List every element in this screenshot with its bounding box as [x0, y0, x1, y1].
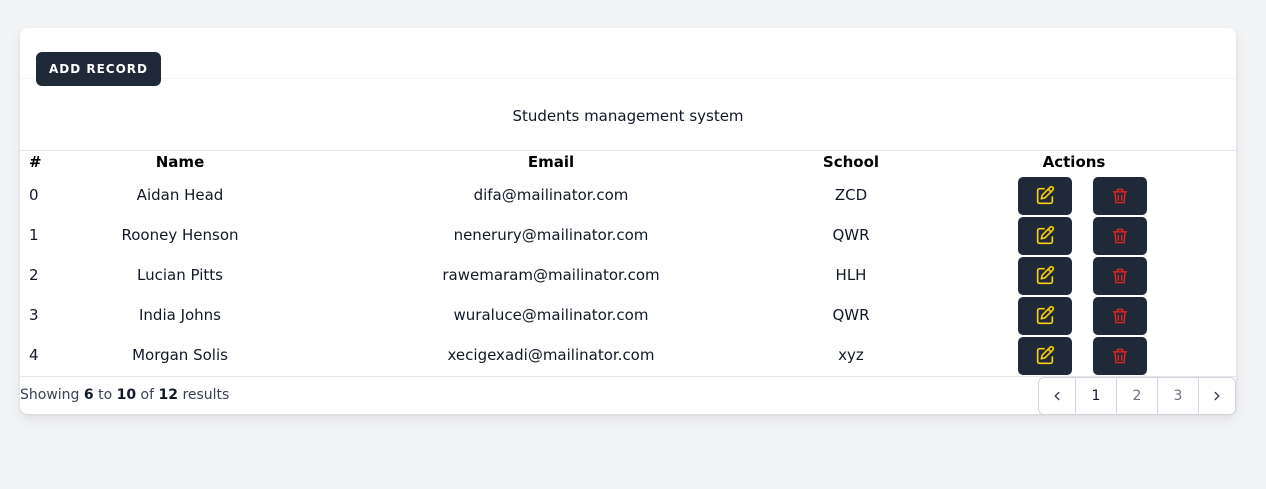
edit-icon: [1036, 225, 1055, 245]
table-row: 2 Lucian Pitts rawemaram@mailinator.com HLH: [20, 256, 1236, 296]
summary-prefix: Showing: [20, 387, 80, 403]
add-record-button[interactable]: ADD RECORD: [36, 52, 161, 86]
column-header-index: #: [29, 153, 42, 171]
student-name: Lucian Pitts: [137, 266, 223, 284]
student-school: QWR: [832, 306, 870, 324]
summary-suffix: results: [182, 387, 230, 403]
row-index: 0: [29, 186, 39, 204]
table-caption: Students management system: [512, 107, 744, 125]
caption-divider: [20, 150, 1236, 151]
summary-of-word: of: [140, 387, 155, 403]
column-header-email: Email: [527, 153, 575, 171]
edit-icon: [1036, 185, 1055, 205]
summary-from: 6: [83, 387, 94, 403]
edit-icon: [1036, 265, 1055, 285]
column-header-actions: Actions: [1042, 153, 1106, 171]
summary-total: 12: [158, 387, 178, 403]
row-index: 2: [29, 266, 39, 284]
column-header-school: School: [822, 153, 880, 171]
student-email: nenerury@mailinator.com: [453, 226, 649, 244]
student-email: wuraluce@mailinator.com: [453, 306, 649, 324]
row-index: 4: [29, 346, 39, 364]
student-school: ZCD: [834, 186, 868, 204]
student-name: Morgan Solis: [132, 346, 228, 364]
student-email: rawemaram@mailinator.com: [442, 266, 660, 284]
edit-icon: [1036, 345, 1055, 365]
table-row: 3 India Johns wuraluce@mailinator.com QWR: [20, 296, 1236, 336]
row-index: 1: [29, 226, 39, 244]
pagination: 1 2 3: [1038, 377, 1236, 415]
edit-button[interactable]: [1018, 297, 1072, 335]
edit-button[interactable]: [1018, 217, 1072, 255]
page-button-1[interactable]: 1: [1076, 378, 1117, 414]
delete-button[interactable]: [1093, 297, 1147, 335]
results-summary: Showing 6 to 10 of 12 results: [20, 387, 229, 403]
column-header-name: Name: [155, 153, 205, 171]
student-school: QWR: [832, 226, 870, 244]
trash-icon: [1112, 308, 1128, 324]
previous-page-button[interactable]: [1039, 378, 1076, 414]
delete-button[interactable]: [1093, 177, 1147, 215]
trash-icon: [1112, 348, 1128, 364]
table-row: 4 Morgan Solis xecigexadi@mailinator.com xy…: [20, 336, 1236, 376]
student-name: India Johns: [138, 306, 222, 324]
summary-to: 10: [116, 387, 137, 403]
trash-icon: [1112, 188, 1128, 204]
edit-button[interactable]: [1018, 177, 1072, 215]
student-email: xecigexadi@mailinator.com: [447, 346, 655, 364]
student-school: xyz: [838, 346, 864, 364]
chevron-right-icon: [1214, 391, 1220, 401]
next-page-button[interactable]: [1199, 378, 1235, 414]
summary-to-word: to: [98, 387, 113, 403]
student-name: Aidan Head: [136, 186, 224, 204]
delete-button[interactable]: [1093, 337, 1147, 375]
chevron-left-icon: [1054, 391, 1060, 401]
table-row: 1 Rooney Henson nenerury@mailinator.com QWR: [20, 216, 1236, 256]
edit-button[interactable]: [1018, 257, 1072, 295]
edit-button[interactable]: [1018, 337, 1072, 375]
student-email: difa@mailinator.com: [473, 186, 629, 204]
trash-icon: [1112, 228, 1128, 244]
page-button-2[interactable]: 2: [1117, 378, 1158, 414]
student-name: Rooney Henson: [121, 226, 239, 244]
delete-button[interactable]: [1093, 217, 1147, 255]
records-card: ADD RECORD Students management system # …: [20, 28, 1236, 415]
card-toolbar: ADD RECORD: [20, 28, 1236, 86]
table-row: 0 Aidan Head difa@mailinator.com ZCD: [20, 176, 1236, 216]
page-button-3[interactable]: 3: [1158, 378, 1199, 414]
delete-button[interactable]: [1093, 257, 1147, 295]
student-school: HLH: [835, 266, 867, 284]
trash-icon: [1112, 268, 1128, 284]
edit-icon: [1036, 305, 1055, 325]
row-index: 3: [29, 306, 39, 324]
